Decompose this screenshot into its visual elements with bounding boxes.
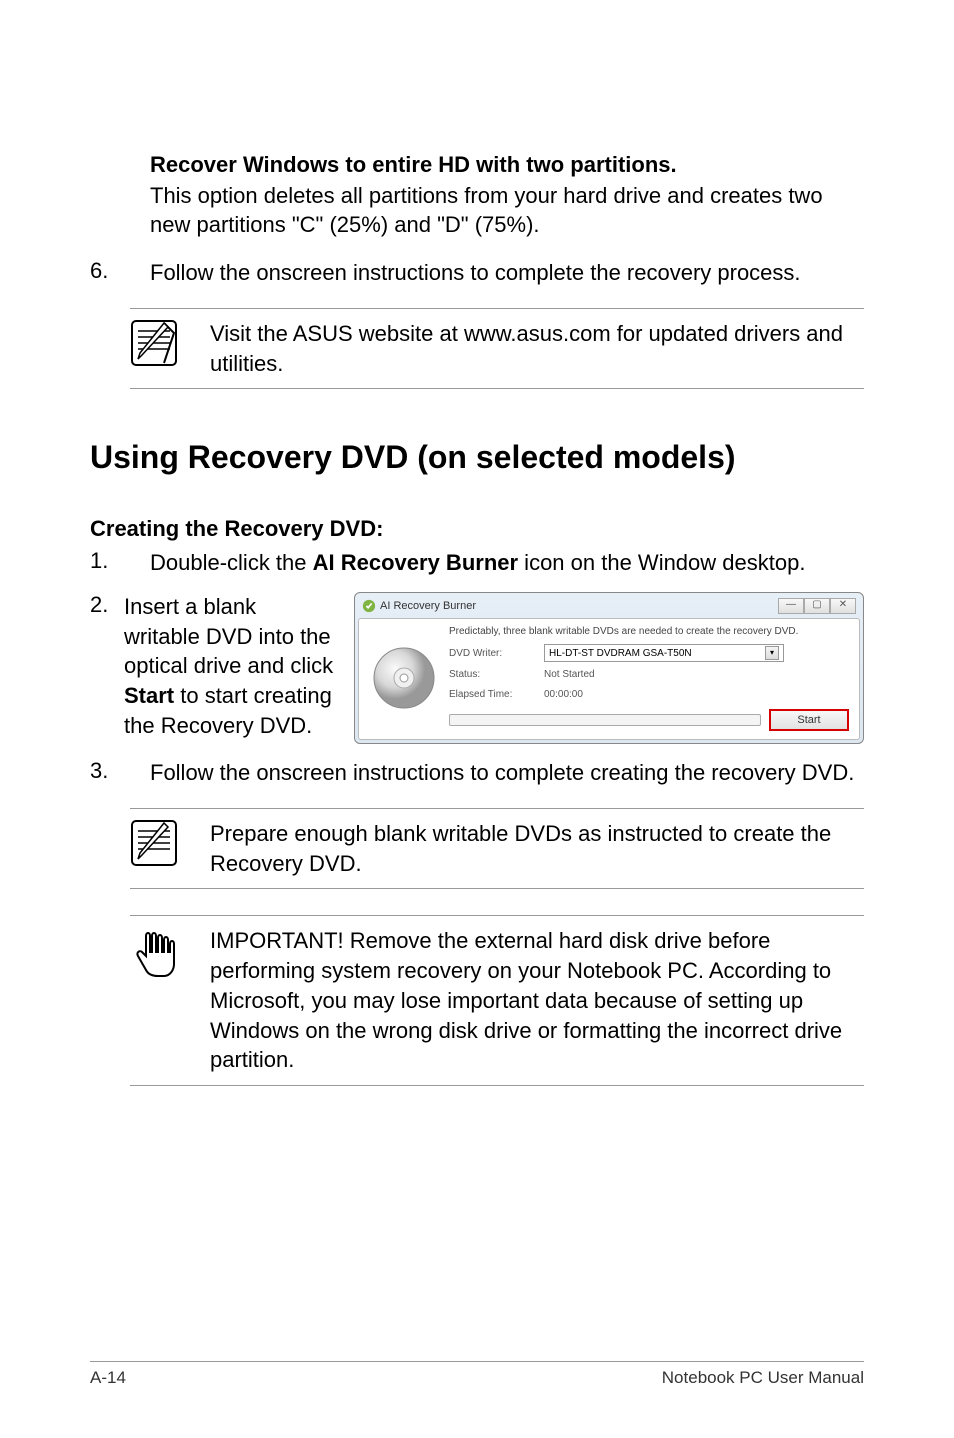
step-1-prefix: Double-click the — [150, 550, 313, 575]
step-6-text: Follow the onscreen instructions to comp… — [150, 258, 864, 288]
burner-app-icon — [362, 599, 376, 613]
footer: A-14 Notebook PC User Manual — [90, 1361, 864, 1388]
step-3-text: Follow the onscreen instructions to comp… — [150, 758, 864, 788]
note-icon — [130, 319, 190, 367]
burner-titlebar: AI Recovery Burner — ▢ ✕ — [358, 596, 860, 618]
status-row: Status: Not Started — [449, 668, 849, 682]
recover-title: Recover Windows to entire HD with two pa… — [150, 150, 864, 181]
window-controls: — ▢ ✕ — [778, 598, 856, 614]
disc-icon — [369, 625, 439, 732]
note-asus-website: Visit the ASUS website at www.asus.com f… — [130, 308, 864, 389]
recover-desc: This option deletes all partitions from … — [150, 181, 864, 240]
step-6-number: 6. — [90, 258, 150, 288]
status-label: Status: — [449, 668, 544, 682]
elapsed-label: Elapsed Time: — [449, 688, 544, 702]
chevron-down-icon[interactable]: ▾ — [765, 646, 779, 660]
manual-label: Notebook PC User Manual — [662, 1368, 864, 1388]
step-3-number: 3. — [90, 758, 150, 788]
writer-value: HL-DT-ST DVDRAM GSA-T50N — [549, 647, 692, 661]
burner-title: AI Recovery Burner — [380, 599, 778, 614]
step-1-suffix: icon on the Window desktop. — [518, 550, 805, 575]
hand-icon — [130, 926, 190, 980]
step-3: 3. Follow the onscreen instructions to c… — [90, 758, 864, 788]
note-prepare-dvds: Prepare enough blank writable DVDs as in… — [130, 808, 864, 889]
status-value: Not Started — [544, 668, 849, 682]
start-button[interactable]: Start — [769, 709, 849, 731]
important-note: IMPORTANT! Remove the external hard disk… — [130, 915, 864, 1085]
elapsed-value: 00:00:00 — [544, 688, 849, 702]
burner-predict-text: Predictably, three blank writable DVDs a… — [449, 625, 849, 639]
progress-bar — [449, 714, 761, 726]
step-1-text: Double-click the AI Recovery Burner icon… — [150, 548, 864, 578]
step-2: 2. Insert a blank writable DVD into the … — [90, 592, 864, 745]
burner-body: Predictably, three blank writable DVDs a… — [358, 618, 860, 741]
step-1-number: 1. — [90, 548, 150, 578]
note-asus-text: Visit the ASUS website at www.asus.com f… — [190, 319, 864, 378]
minimize-button[interactable]: — — [778, 598, 804, 614]
step-6: 6. Follow the onscreen instructions to c… — [90, 258, 864, 288]
subheading-creating-dvd: Creating the Recovery DVD: — [90, 516, 864, 542]
elapsed-row: Elapsed Time: 00:00:00 — [449, 688, 849, 702]
page-number: A-14 — [90, 1368, 126, 1388]
ai-recovery-burner-window: AI Recovery Burner — ▢ ✕ — [354, 592, 864, 745]
note-icon — [130, 819, 190, 867]
step-2-number: 2. — [90, 592, 124, 745]
step-1-bold: AI Recovery Burner — [313, 550, 518, 575]
writer-row: DVD Writer: HL-DT-ST DVDRAM GSA-T50N ▾ — [449, 644, 849, 662]
important-text: IMPORTANT! Remove the external hard disk… — [190, 926, 864, 1074]
burner-fields: Predictably, three blank writable DVDs a… — [449, 625, 849, 732]
maximize-button[interactable]: ▢ — [804, 598, 830, 614]
heading-recovery-dvd: Using Recovery DVD (on selected models) — [90, 439, 864, 476]
writer-label: DVD Writer: — [449, 647, 544, 661]
close-button[interactable]: ✕ — [830, 598, 856, 614]
writer-combo[interactable]: HL-DT-ST DVDRAM GSA-T50N ▾ — [544, 644, 784, 662]
step-2-prefix: Insert a blank writable DVD into the opt… — [124, 594, 333, 678]
step-1: 1. Double-click the AI Recovery Burner i… — [90, 548, 864, 578]
step-2-bold: Start — [124, 683, 174, 708]
note-prepare-text: Prepare enough blank writable DVDs as in… — [190, 819, 864, 878]
step-2-text: Insert a blank writable DVD into the opt… — [124, 592, 334, 745]
